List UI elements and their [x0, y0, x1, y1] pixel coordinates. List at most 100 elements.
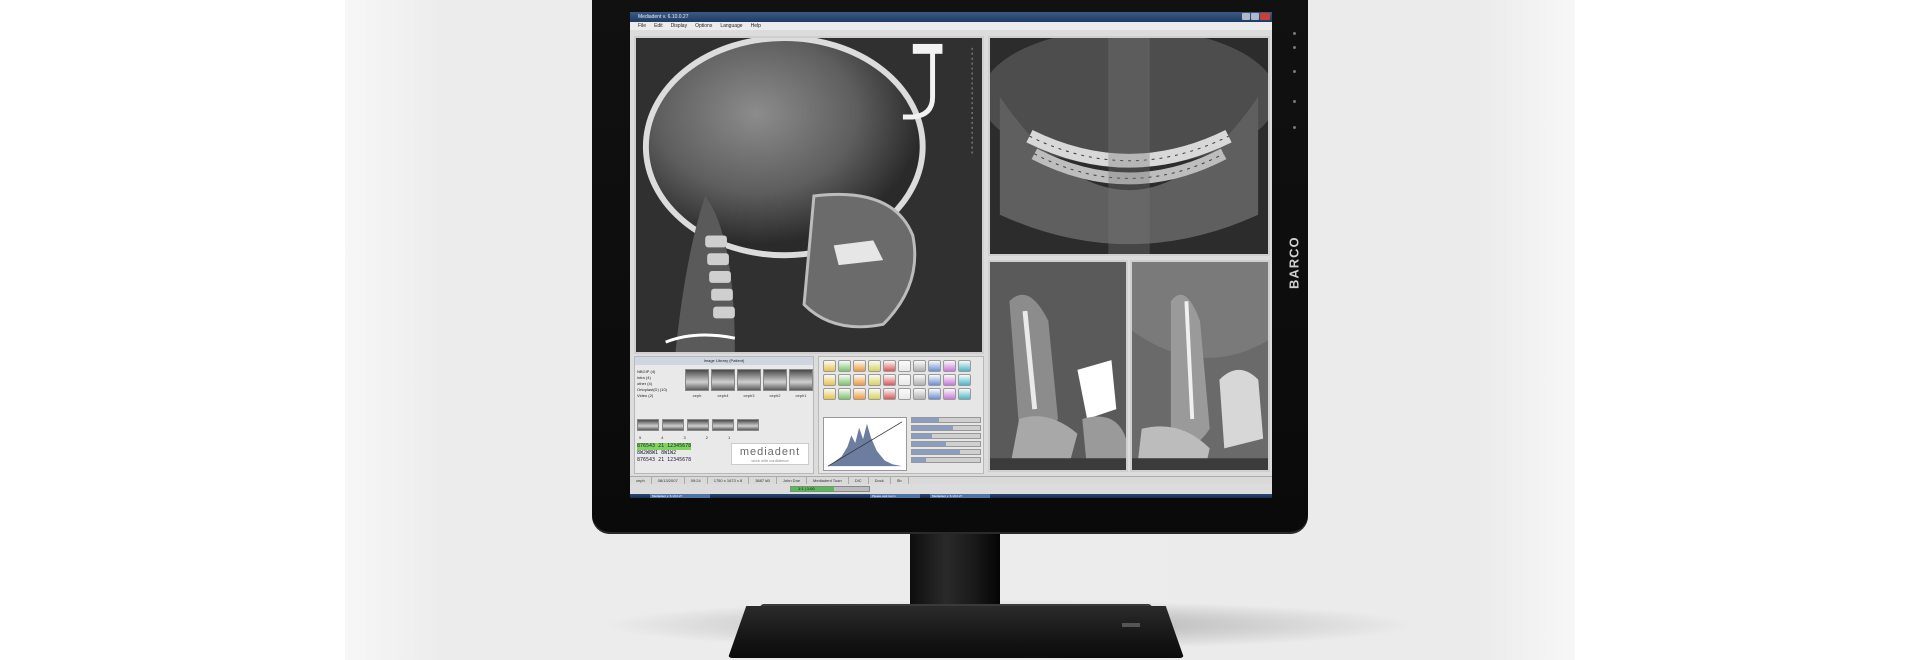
thumbnail-label: ceph2 [769, 393, 781, 398]
tool-button[interactable] [898, 360, 911, 372]
power-led [1293, 100, 1296, 103]
tool-button[interactable] [883, 360, 896, 372]
index-label: 5 [639, 435, 642, 440]
tool-button[interactable] [853, 360, 866, 372]
tool-button[interactable] [913, 360, 926, 372]
thumbnail[interactable] [662, 419, 684, 431]
tool-button[interactable] [958, 360, 971, 372]
tooth-chart-codes: 876543 21 12345678 8W2W8W1 8W1W2 876543 … [637, 443, 692, 464]
periapical-xray-image-1 [990, 262, 1126, 470]
panoramic-xray-viewport[interactable] [988, 36, 1270, 256]
tool-button[interactable] [868, 374, 881, 386]
thumbnail[interactable] [737, 369, 761, 391]
tool-grid [823, 360, 971, 400]
adjustment-sliders [911, 417, 981, 465]
ceph-xray-image [636, 38, 982, 352]
thumbnail[interactable] [712, 419, 734, 431]
taskbar-item[interactable]: Mediadent v. 6.10.0.27 [650, 494, 710, 498]
power-led [1293, 70, 1296, 73]
tool-button[interactable] [823, 388, 836, 400]
tool-button[interactable] [943, 360, 956, 372]
monitor-brand-logo: BARCO [1286, 236, 1302, 290]
thumbnail-label: ceph3 [743, 393, 755, 398]
status-cell: Mediadent Tuan [807, 477, 849, 484]
progress-label: 1:1 | 1:00 [798, 486, 815, 491]
taskbar-item[interactable]: Please wait tumin [870, 494, 920, 498]
status-cell: Sb [891, 477, 909, 484]
tool-button[interactable] [853, 374, 866, 386]
tool-button[interactable] [838, 388, 851, 400]
brightness-slider[interactable] [911, 417, 981, 423]
tooth-code-row: 876543 21 12345678 [637, 457, 692, 463]
thumbnail[interactable] [737, 419, 759, 431]
periapical-xray-image-2 [1132, 262, 1268, 470]
mediadent-logo: mediadent work with confidence [731, 443, 809, 465]
thumbnail-labels: ceph ceph4 ceph3 ceph2 ceph1 [685, 393, 813, 398]
tool-button[interactable] [868, 360, 881, 372]
tool-button[interactable] [913, 374, 926, 386]
status-cell: 3887 kB [749, 477, 777, 484]
tool-button[interactable] [853, 388, 866, 400]
thumbnail[interactable] [685, 369, 709, 391]
screen: Mediadent v. 6.10.0.27 File Edit Display… [630, 12, 1272, 498]
minimize-button[interactable] [1242, 13, 1250, 20]
menu-file[interactable]: File [638, 22, 646, 30]
thumbnail-index-row: 5 4 3 2 1 [639, 435, 730, 440]
tool-button[interactable] [898, 374, 911, 386]
index-label: 3 [683, 435, 686, 440]
thumbnail[interactable] [637, 419, 659, 431]
filter-slider[interactable] [911, 457, 981, 463]
menu-edit[interactable]: Edit [654, 22, 663, 30]
window-controls [1242, 13, 1270, 20]
monitor-stand-base [728, 606, 1184, 658]
sharpness-slider[interactable] [911, 441, 981, 447]
tool-button[interactable] [883, 374, 896, 386]
status-cell: 08/13/2007 [652, 477, 685, 484]
close-button[interactable] [1260, 13, 1270, 20]
tooth-code-row: 876543 21 12345678 [637, 443, 692, 450]
tool-button[interactable] [913, 388, 926, 400]
histogram [823, 417, 907, 471]
tool-button[interactable] [943, 374, 956, 386]
power-led [1293, 32, 1296, 35]
index-label: 4 [661, 435, 664, 440]
tool-button[interactable] [823, 360, 836, 372]
tool-button[interactable] [823, 374, 836, 386]
power-led [1293, 46, 1296, 49]
tool-button[interactable] [868, 388, 881, 400]
thumbnail[interactable] [763, 369, 787, 391]
zoom-slider[interactable] [911, 449, 981, 455]
logo-tagline: work with confidence [751, 457, 789, 463]
periapical-xray-viewport-1[interactable] [988, 260, 1128, 472]
menu-help[interactable]: Help [751, 22, 761, 30]
menu-display[interactable]: Display [671, 22, 687, 30]
index-label: 1 [727, 435, 731, 440]
library-tree: NBGIP (4) intra (4) other (4) Ortoplast(… [637, 369, 683, 399]
menu-bar: File Edit Display Options Language Help [630, 22, 1272, 30]
contrast-slider[interactable] [911, 425, 981, 431]
tool-button[interactable] [928, 388, 941, 400]
tool-button[interactable] [883, 388, 896, 400]
menu-language[interactable]: Language [720, 22, 742, 30]
thumbnail[interactable] [789, 369, 813, 391]
thumbnail[interactable] [711, 369, 735, 391]
tool-button[interactable] [928, 360, 941, 372]
maximize-button[interactable] [1251, 13, 1259, 20]
status-cell: Dock [869, 477, 891, 484]
monitor-stand-neck [910, 532, 1000, 612]
tool-button[interactable] [928, 374, 941, 386]
thumbnail[interactable] [687, 419, 709, 431]
ceph-xray-viewport[interactable] [634, 36, 984, 354]
tree-item[interactable]: Video (2) [637, 393, 683, 399]
tool-button[interactable] [943, 388, 956, 400]
taskbar-item[interactable]: Mediadent v. 6.10.0.27 [930, 494, 990, 498]
gamma-slider[interactable] [911, 433, 981, 439]
tooth-code-row: 8W2W8W1 8W1W2 [637, 450, 677, 456]
tool-button[interactable] [838, 360, 851, 372]
tool-button[interactable] [958, 374, 971, 386]
menu-options[interactable]: Options [695, 22, 712, 30]
tool-button[interactable] [838, 374, 851, 386]
tool-button[interactable] [958, 388, 971, 400]
periapical-xray-viewport-2[interactable] [1130, 260, 1270, 472]
tool-button[interactable] [898, 388, 911, 400]
